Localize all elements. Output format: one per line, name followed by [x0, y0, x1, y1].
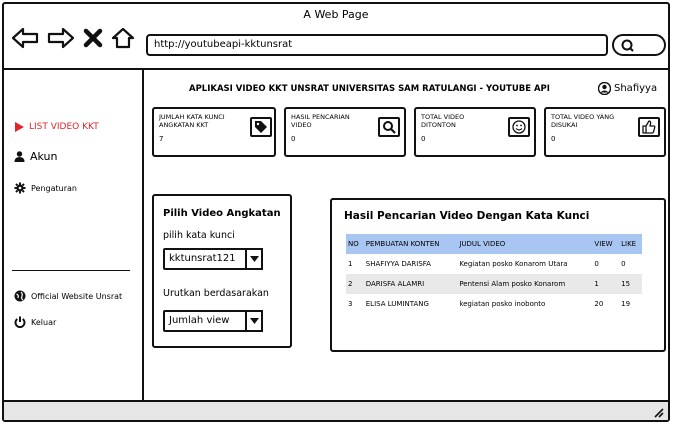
cell-views: 0 [594, 260, 599, 268]
stat-value: 0 [551, 135, 556, 143]
status-bar [4, 400, 668, 420]
browser-search[interactable] [612, 34, 666, 56]
sort-label: Urutkan berdasarakan [163, 288, 269, 299]
address-bar[interactable]: http://youtubeapi-kktunsrat [146, 34, 608, 56]
cell-no: 2 [346, 274, 364, 294]
cell-no: 3 [348, 300, 353, 308]
results-title: Hasil Pencarian Video Dengan Kata Kunci [344, 210, 590, 222]
stat-label: TOTAL VIDEO YANG DISUKAI [551, 113, 615, 129]
sort-select[interactable]: Jumlah view [163, 310, 263, 332]
table-row[interactable]: 3 ELISA LUMINTANG kegiatan posko inobont… [346, 294, 642, 314]
sort-select-value: Jumlah view [169, 315, 230, 326]
user-name: Shafiyya [614, 83, 658, 94]
stat-value: 0 [291, 135, 296, 143]
resize-grip-icon[interactable] [652, 406, 664, 421]
keyword-label: pilih kata kunci [163, 230, 235, 241]
browser-window: A Web Page http://youtubeapi-kktunsrat L… [2, 2, 670, 422]
home-icon[interactable] [110, 26, 136, 50]
nav-controls [10, 26, 136, 50]
cell-creator: ELISA LUMINTANG [365, 300, 429, 308]
column-header: NO [346, 234, 364, 254]
keyword-select-value: kktunsrat121 [169, 253, 236, 264]
cell-views: 1 [592, 274, 620, 294]
play-icon [15, 122, 24, 132]
thumbs-up-icon [638, 117, 660, 137]
tag-icon [250, 117, 272, 137]
column-header: PEMBUATAN KONTEN [363, 234, 458, 254]
sidebar-item-akun[interactable]: Akun [14, 150, 58, 163]
power-icon [14, 316, 26, 328]
table-header-row: NO PEMBUATAN KONTEN JUDUL VIDEO VIEW LIK… [346, 234, 642, 254]
user-icon [14, 151, 25, 162]
gear-icon [14, 182, 26, 194]
keyword-select[interactable]: kktunsrat121 [163, 248, 263, 270]
stat-card-liked: TOTAL VIDEO YANG DISUKAI 0 [544, 107, 666, 157]
browser-toolbar: A Web Page http://youtubeapi-kktunsrat [4, 4, 668, 70]
page-title: APLIKASI VIDEO KKT UNSRAT UNIVERSITAS SA… [189, 84, 550, 94]
cell-likes: 0 [621, 260, 626, 268]
stat-label: HASIL PENCARIAN VIDEO [291, 113, 350, 129]
sidebar-item-label: LIST VIDEO KKT [29, 122, 99, 132]
search-icon [378, 117, 400, 137]
sidebar-item-label: Official Website Unsrat [31, 291, 123, 301]
cell-title[interactable]: kegiatan posko inobonto [457, 294, 592, 314]
search-icon [621, 39, 634, 52]
table-row[interactable]: 1 SHAFIYYA DARISFA Kegiatan posko Konaro… [346, 254, 642, 274]
cell-no: 1 [348, 260, 353, 268]
stat-card-watched: TOTAL VIDEO DITONTON 0 [414, 107, 536, 157]
filter-panel: Pilih Video Angkatan pilih kata kunci kk… [152, 194, 292, 348]
user-menu[interactable]: Shafiyya [598, 82, 657, 95]
stat-value: 0 [421, 135, 426, 143]
back-arrow-icon[interactable] [10, 26, 40, 50]
close-icon[interactable] [82, 27, 104, 49]
cell-likes: 15 [619, 274, 642, 294]
column-header: LIKE [619, 234, 642, 254]
sidebar-divider [12, 270, 130, 271]
sidebar-item-official-website[interactable]: Official Website Unsrat [14, 290, 122, 302]
cell-creator: DARISFA ALAMRI [363, 274, 458, 294]
stat-card-keywords: JUMLAH KATA KUNCI ANGKATAN KKT 7 [152, 107, 276, 157]
results-table: NO PEMBUATAN KONTEN JUDUL VIDEO VIEW LIK… [346, 234, 642, 314]
globe-icon [14, 290, 26, 302]
stat-label: JUMLAH KATA KUNCI ANGKATAN KKT [159, 113, 225, 129]
stat-label: TOTAL VIDEO DITONTON [421, 113, 465, 129]
chevron-down-icon[interactable] [245, 248, 263, 270]
sidebar-item-label: Akun [30, 150, 58, 163]
cell-creator: SHAFIYYA DARISFA [365, 260, 431, 268]
cell-likes: 19 [621, 300, 631, 308]
sidebar: LIST VIDEO KKT Akun Pengaturan Official … [4, 70, 144, 400]
sidebar-item-pengaturan[interactable]: Pengaturan [14, 182, 77, 194]
table-row[interactable]: 2 DARISFA ALAMRI Pentensi Alam posko Kon… [346, 274, 642, 294]
sidebar-item-list-video[interactable]: LIST VIDEO KKT [14, 122, 99, 132]
user-avatar-icon [598, 82, 611, 95]
cell-views: 20 [594, 300, 604, 308]
cell-title[interactable]: Pentensi Alam posko Konarom [457, 274, 593, 294]
stat-value: 7 [159, 135, 164, 143]
chevron-down-icon[interactable] [245, 310, 263, 332]
smiley-icon [508, 117, 530, 137]
cell-title[interactable]: Kegiatan posko Konarom Utara [457, 254, 592, 274]
window-title: A Web Page [303, 8, 369, 21]
column-header: VIEW [592, 234, 620, 254]
stat-card-search-results: HASIL PENCARIAN VIDEO 0 [284, 107, 406, 157]
column-header: JUDUL VIDEO [457, 234, 593, 254]
sidebar-item-keluar[interactable]: Keluar [14, 316, 56, 328]
forward-arrow-icon[interactable] [46, 26, 76, 50]
sidebar-item-label: Keluar [31, 317, 57, 327]
results-panel: Hasil Pencarian Video Dengan Kata Kunci … [330, 198, 666, 352]
filter-title: Pilih Video Angkatan [163, 208, 281, 219]
sidebar-item-label: Pengaturan [31, 183, 77, 193]
